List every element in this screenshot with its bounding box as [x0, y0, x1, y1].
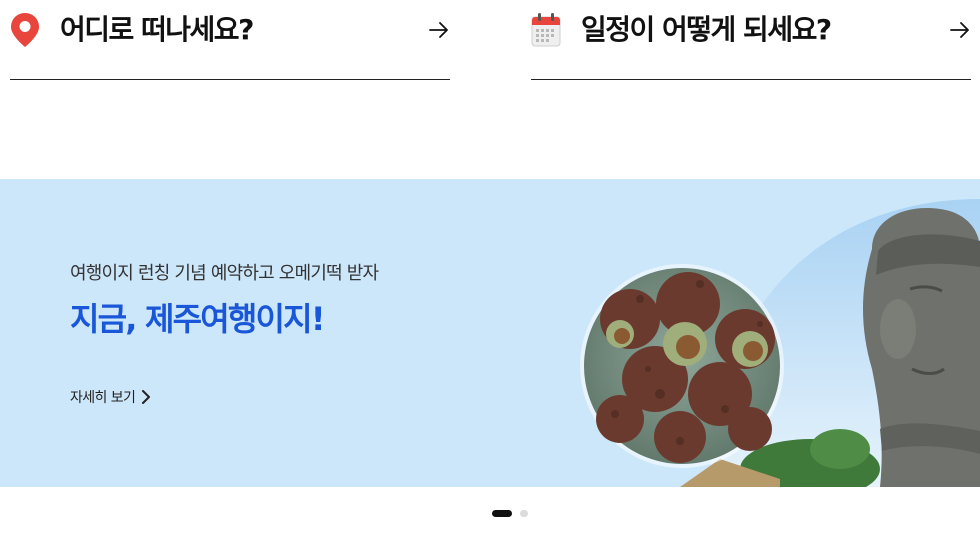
arrow-right-icon	[429, 22, 448, 38]
banner-pagination	[492, 509, 528, 517]
jeju-banner-illustration	[580, 199, 980, 487]
pagination-dot-2[interactable]	[520, 509, 528, 517]
pagination-dot-1[interactable]	[492, 509, 512, 517]
see-more-link[interactable]: 자세히 보기	[70, 386, 151, 408]
banner-subtitle: 여행이지 런칭 기념 예약하고 오메기떡 받자	[70, 263, 379, 284]
chevron-right-icon	[142, 390, 151, 404]
page: 어디로 떠나세요? 일정이 어떻게 되세요? 여행이지 런칭 기념 예약하고 오…	[0, 0, 980, 537]
destination-label: 어디로 떠나세요?	[60, 13, 254, 46]
banner-headline: 지금, 제주여행이지!	[70, 300, 325, 338]
schedule-label: 일정이 어떻게 되세요?	[581, 13, 832, 46]
destination-selector[interactable]: 어디로 떠나세요?	[10, 0, 450, 80]
arrow-right-icon	[950, 22, 969, 38]
rice-cake-photo	[580, 264, 784, 468]
location-pin-icon	[11, 13, 39, 47]
calendar-icon	[531, 13, 561, 47]
promo-banner[interactable]: 여행이지 런칭 기념 예약하고 오메기떡 받자 지금, 제주여행이지! 자세히 …	[0, 179, 980, 487]
see-more-label: 자세히 보기	[70, 390, 136, 406]
schedule-selector[interactable]: 일정이 어떻게 되세요?	[531, 0, 971, 80]
